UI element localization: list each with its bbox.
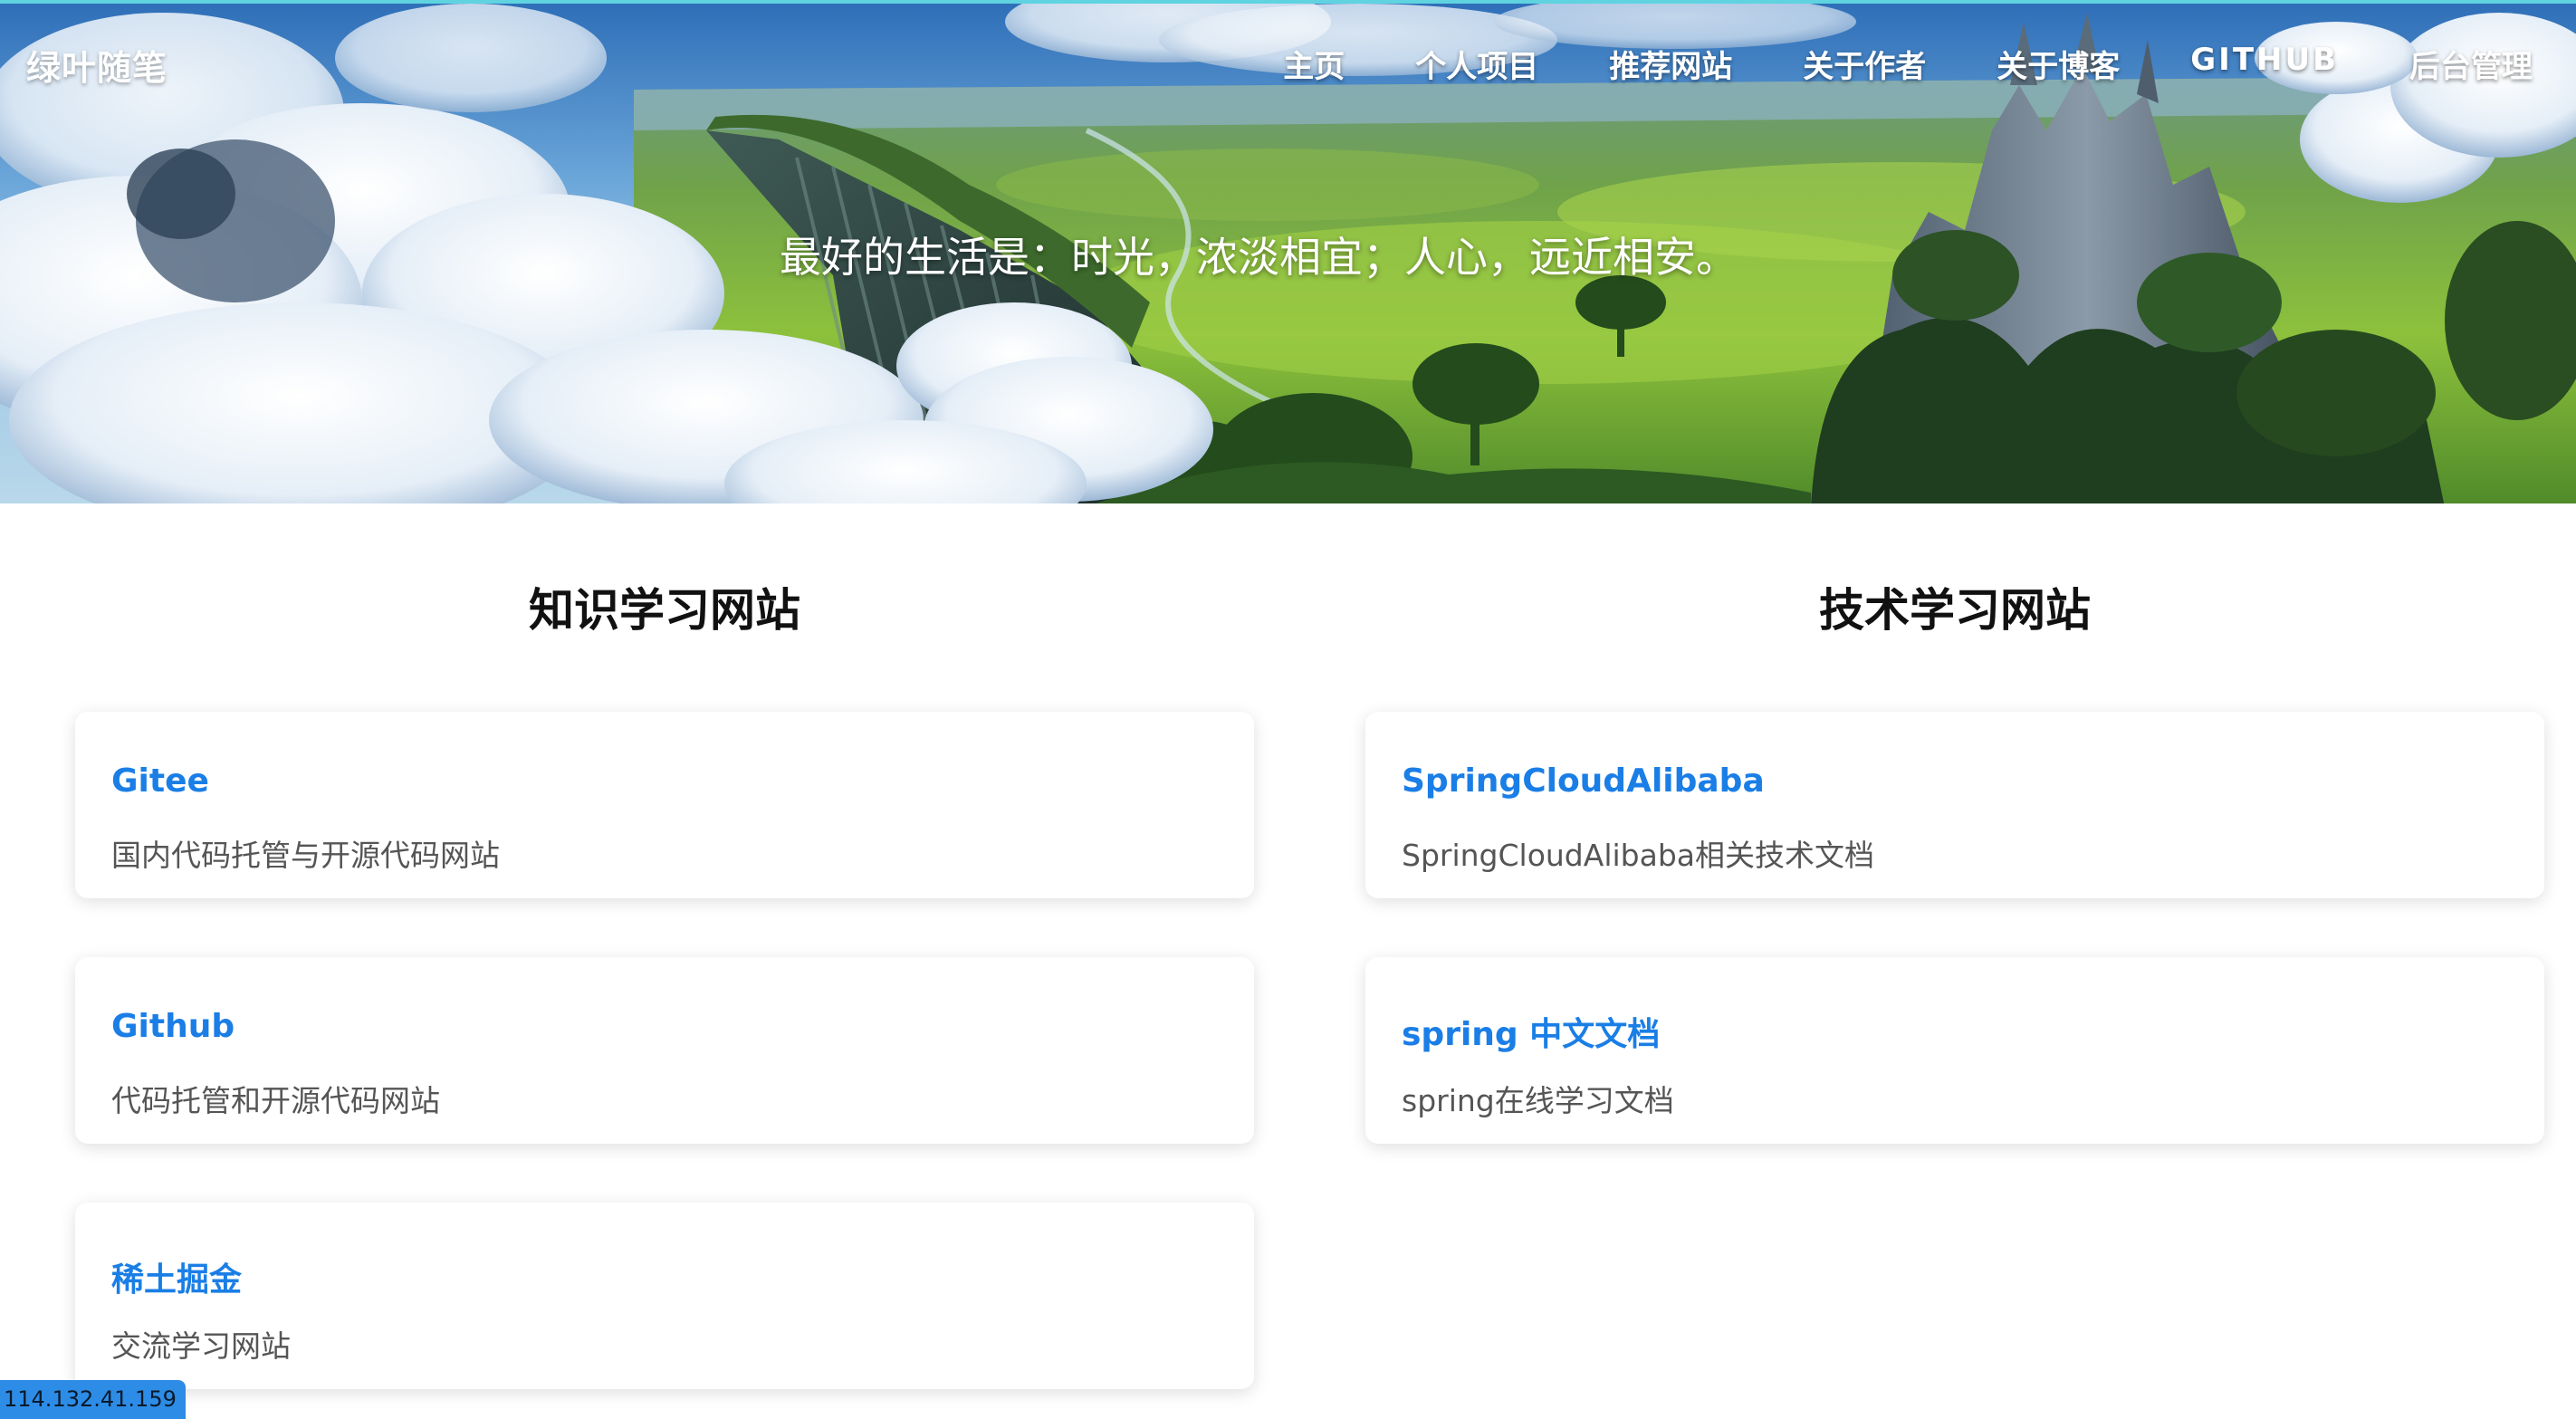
section-title: 技术学习网站 xyxy=(1819,584,2091,637)
site-card-juejin[interactable]: 稀土掘金 交流学习网站 xyxy=(75,1203,1254,1389)
nav-about-blog[interactable]: 关于博客 xyxy=(1997,42,2120,86)
site-card-spring-docs[interactable]: spring 中文文档 spring在线学习文档 xyxy=(1365,957,2544,1144)
site-card-desc: SpringCloudAlibaba相关技术文档 xyxy=(1402,838,1875,873)
nav-personal-projects[interactable]: 个人项目 xyxy=(1415,42,1538,86)
site-card-title[interactable]: spring 中文文档 xyxy=(1402,1008,1660,1055)
site-card-springcloudalibaba[interactable]: SpringCloudAlibaba SpringCloudAlibaba相关技… xyxy=(1365,712,2544,898)
nav-recommended-sites[interactable]: 推荐网站 xyxy=(1609,42,1732,86)
site-card-github[interactable]: Github 代码托管和开源代码网站 xyxy=(75,957,1254,1144)
status-ip-badge: 114.132.41.159 xyxy=(0,1380,186,1419)
hero-motto: 最好的生活是：时光，浓淡相宜；人心，远近相安。 xyxy=(780,233,1738,282)
site-card-desc: 国内代码托管与开源代码网站 xyxy=(111,838,500,873)
top-nav: 主页 个人项目 推荐网站 关于作者 关于博客 GITHUB 后台管理 xyxy=(1283,42,2533,86)
nav-home[interactable]: 主页 xyxy=(1283,42,1345,86)
nav-admin[interactable]: 后台管理 xyxy=(2409,42,2533,86)
site-card-title[interactable]: Gitee xyxy=(111,762,209,800)
site-card-desc: 交流学习网站 xyxy=(111,1328,291,1364)
nav-github[interactable]: GITHUB xyxy=(2190,42,2339,86)
site-card-gitee[interactable]: Gitee 国内代码托管与开源代码网站 xyxy=(75,712,1254,898)
nav-about-author[interactable]: 关于作者 xyxy=(1803,42,1926,86)
section-title: 知识学习网站 xyxy=(529,584,800,637)
site-brand[interactable]: 绿叶随笔 xyxy=(26,40,168,90)
hero-banner: 绿叶随笔 主页 个人项目 推荐网站 关于作者 关于博客 GITHUB 后台管理 … xyxy=(0,0,2576,503)
site-card-title[interactable]: 稀土掘金 xyxy=(111,1253,242,1300)
site-card-title[interactable]: SpringCloudAlibaba xyxy=(1402,762,1765,800)
site-card-desc: spring在线学习文档 xyxy=(1402,1083,1674,1118)
site-card-desc: 代码托管和开源代码网站 xyxy=(111,1083,440,1118)
site-card-title[interactable]: Github xyxy=(111,1008,235,1045)
